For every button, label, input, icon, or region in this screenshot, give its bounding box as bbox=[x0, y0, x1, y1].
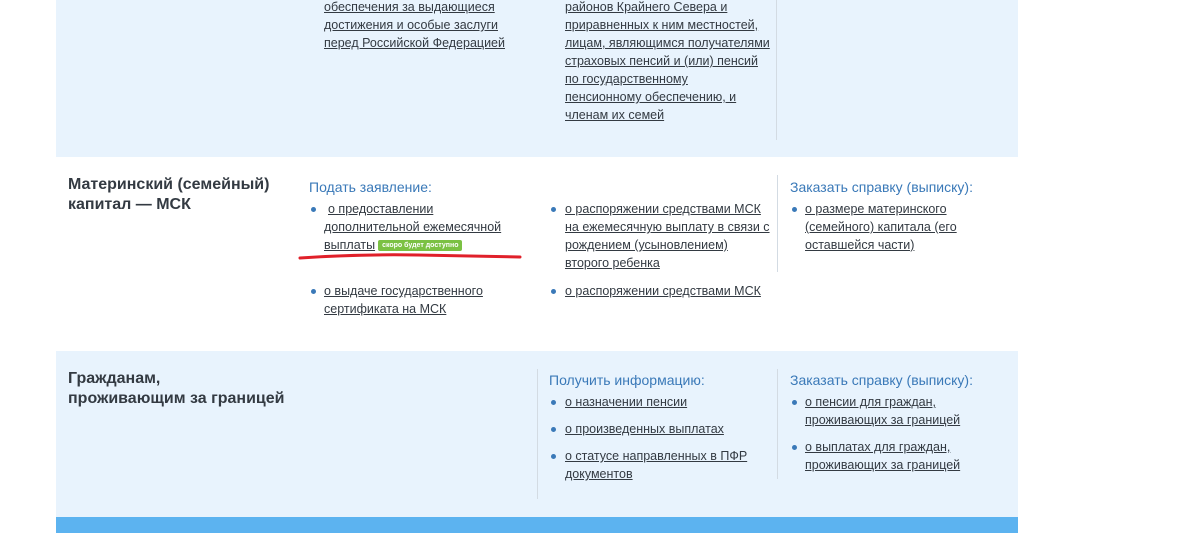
bullet-icon bbox=[792, 207, 797, 212]
link-state-pension-merits[interactable]: обеспечения за выдающиеся достижения и о… bbox=[324, 0, 544, 52]
bullet-icon bbox=[792, 445, 797, 450]
section-title-abroad: Гражданам, проживающим за границей bbox=[68, 370, 285, 407]
link-state-certificate[interactable]: о выдаче государственного сертификата на… bbox=[324, 282, 539, 318]
divider bbox=[777, 369, 778, 479]
link-documents-status[interactable]: о статусе направленных в ПФР документов bbox=[565, 447, 777, 483]
apply-heading: Подать заявление: bbox=[309, 179, 432, 195]
link-payments-info[interactable]: о произведенных выплатах bbox=[565, 420, 777, 438]
bullet-icon bbox=[551, 427, 556, 432]
info-heading: Получить информацию: bbox=[549, 372, 705, 388]
order-heading-abroad: Заказать справку (выписку): bbox=[790, 372, 973, 388]
order-heading: Заказать справку (выписку): bbox=[790, 179, 973, 195]
bullet-icon bbox=[792, 400, 797, 405]
link-far-north-relocation[interactable]: районов Крайнего Севера и приравненных к… bbox=[565, 0, 780, 124]
bullet-icon bbox=[311, 289, 316, 294]
link-msk-balance[interactable]: о размере материнского (семейного) капит… bbox=[805, 200, 1005, 254]
bullet-icon bbox=[551, 207, 556, 212]
link-pension-abroad[interactable]: о пенсии для граждан, проживающих за гра… bbox=[805, 393, 1005, 429]
bullet-icon bbox=[551, 454, 556, 459]
link-payments-abroad[interactable]: о выплатах для граждан, проживающих за г… bbox=[805, 438, 1005, 474]
bullet-icon bbox=[551, 400, 556, 405]
divider bbox=[777, 175, 778, 272]
divider bbox=[776, 0, 777, 140]
link-additional-monthly-payment[interactable]: о предоставлении дополнительной ежемесяч… bbox=[324, 200, 539, 254]
link-msk-monthly-payment[interactable]: о распоряжении средствами МСК на ежемеся… bbox=[565, 200, 777, 272]
link-pension-assignment-info[interactable]: о назначении пенсии bbox=[565, 393, 777, 411]
red-annotation-underline bbox=[298, 253, 522, 260]
coming-soon-badge: скоро будет доступно bbox=[378, 240, 463, 251]
divider bbox=[537, 369, 538, 499]
link-msk-disposal[interactable]: о распоряжении средствами МСК bbox=[565, 282, 777, 300]
bullet-icon bbox=[311, 207, 316, 212]
bullet-icon bbox=[551, 289, 556, 294]
section-title-msk: Материнский (семейный) капитал — МСК bbox=[68, 176, 270, 213]
footer-bar bbox=[56, 517, 1018, 533]
